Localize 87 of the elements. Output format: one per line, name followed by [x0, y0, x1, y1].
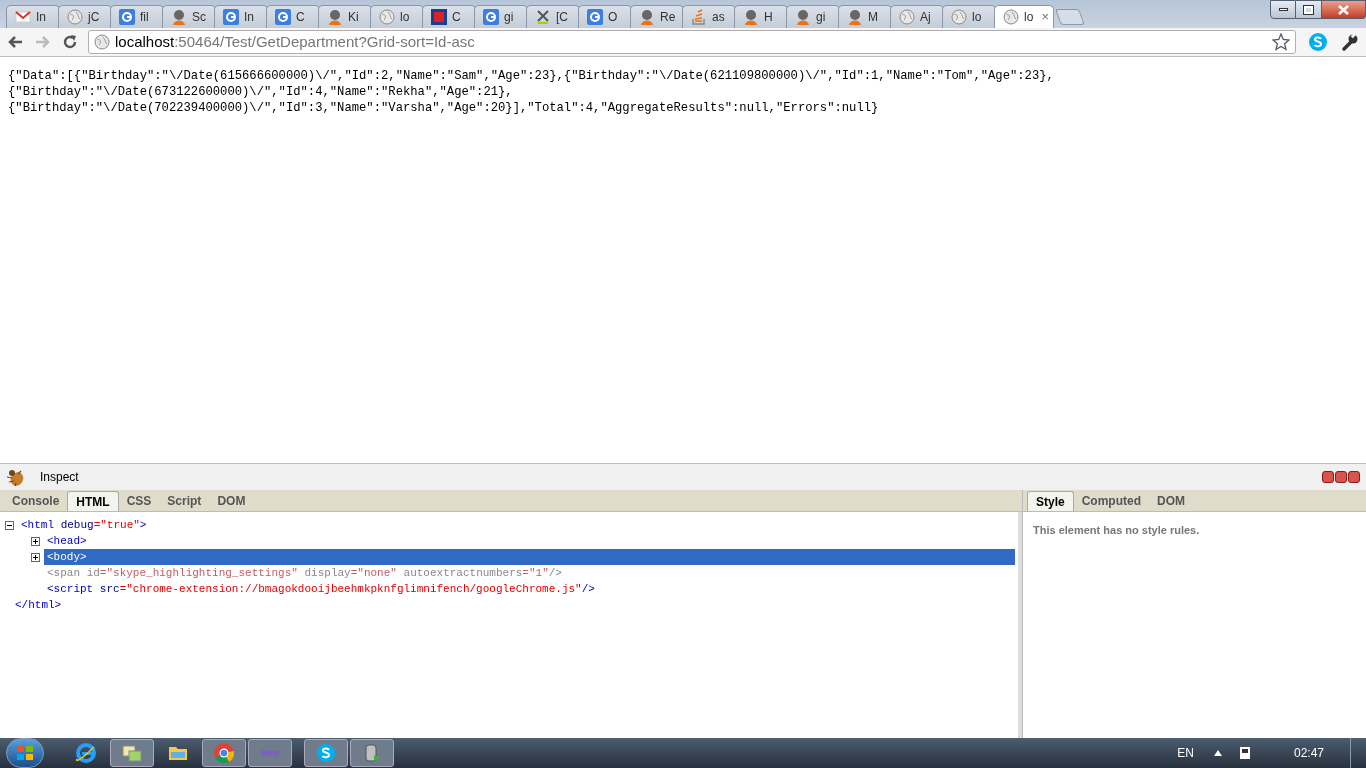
globe-icon: [379, 9, 395, 25]
browser-tab[interactable]: lo: [370, 5, 424, 28]
caret-icon[interactable]: [1213, 750, 1222, 756]
collapse-icon[interactable]: [5, 520, 14, 530]
panel-tab[interactable]: DOM: [209, 491, 254, 511]
browser-tab[interactable]: lo: [942, 5, 996, 28]
avatar-icon: [327, 9, 343, 25]
back-icon[interactable]: [6, 34, 24, 50]
expand-icon[interactable]: [31, 552, 40, 562]
browser-tab[interactable]: fil: [110, 5, 164, 28]
close-icon[interactable]: ×: [1041, 7, 1049, 27]
empty-message: This element has no style rules.: [1033, 524, 1200, 536]
address-bar[interactable]: localhost:50464/Test/GetDepartment?Grid-sort=Id-asc: [88, 30, 1296, 54]
language-indicator[interactable]: EN: [1177, 744, 1194, 762]
panel-tab[interactable]: DOM: [1149, 491, 1193, 511]
code-line[interactable]: </html>: [15, 599, 62, 611]
browser-tab[interactable]: C: [266, 5, 320, 28]
avatar-icon: [171, 9, 187, 25]
stack-icon: [691, 9, 707, 25]
browser-tab[interactable]: gi: [474, 5, 528, 28]
clock[interactable]: 02:47: [1293, 744, 1324, 762]
globe-icon: [899, 9, 915, 25]
browser-tab[interactable]: Sc: [162, 5, 216, 28]
avatar-icon: [795, 9, 811, 25]
detach-button[interactable]: [1335, 471, 1347, 483]
browser-tab[interactable]: gi: [786, 5, 840, 28]
star-icon[interactable]: [1272, 33, 1290, 51]
json-text: {"Data":[{"Birthday":"\/Date(615666600000)\/","Id":2,"Name":"Sam","Age":23},{"Birthday":"\/Date(621109800000)\/","Id":1,"Name":"Tom","Age":23},: [8, 68, 1054, 84]
browser-tab[interactable]: Re: [630, 5, 684, 28]
taskbar-button[interactable]: [304, 739, 348, 767]
globe-icon: [951, 9, 967, 25]
globe-icon: [67, 9, 83, 25]
cross-icon: [535, 9, 551, 25]
taskbar-button[interactable]: [110, 739, 154, 767]
google-icon: [483, 9, 499, 25]
mail-icon: [15, 9, 31, 25]
code-line[interactable]: <html debug="true">: [18, 517, 150, 533]
close-icon: [1338, 4, 1349, 15]
browser-tab[interactable]: Ki: [318, 5, 372, 28]
google-icon: [275, 9, 291, 25]
avatar-icon: [639, 9, 655, 25]
windows-logo-icon: [16, 745, 34, 761]
code-line[interactable]: <head>: [44, 533, 90, 549]
avatar-icon: [847, 9, 863, 25]
browser-tab[interactable]: [C: [526, 5, 580, 28]
browser-icon: [74, 741, 98, 765]
avatar-icon: [743, 9, 759, 25]
browser-tab[interactable]: jC: [58, 5, 112, 28]
minimize-button[interactable]: [1322, 471, 1334, 483]
google-icon: [119, 9, 135, 25]
shield-icon: [431, 9, 447, 25]
json-text: {"Birthday":"\/Date(673122600000)\/","Id":4,"Name":"Rekha","Age":21},: [8, 84, 513, 100]
google-icon: [587, 9, 603, 25]
browser-tab[interactable]: H: [734, 5, 788, 28]
browser-tab[interactable]: In: [214, 5, 268, 28]
code-line[interactable]: <span id="skype_highlighting_settings" display="none" autoextractnumbers="1"/>: [44, 565, 565, 581]
browser-tab[interactable]: M: [838, 5, 892, 28]
infinity-icon: [260, 748, 280, 758]
reload-icon[interactable]: [62, 34, 78, 50]
close-button[interactable]: [1322, 0, 1366, 19]
panel-tab[interactable]: HTML: [67, 491, 119, 511]
globe-icon: [94, 34, 110, 50]
expand-icon[interactable]: [31, 536, 40, 546]
panel-tab[interactable]: Style: [1027, 491, 1074, 511]
browser-tab[interactable]: as: [682, 5, 736, 28]
browser-tab[interactable]: O: [578, 5, 632, 28]
browser-tab[interactable]: In: [6, 5, 60, 28]
skype-icon: [314, 741, 338, 765]
panel-tab[interactable]: CSS: [118, 491, 160, 511]
globe-icon: [1003, 9, 1019, 25]
inspect-button[interactable]: Inspect: [40, 468, 79, 486]
json-text: {"Birthday":"\/Date(702239400000)\/","Id":3,"Name":"Varsha","Age":20}],"Total":4,"AggregateResults":null,"Errors":null}: [8, 100, 879, 116]
maximize-button[interactable]: [1296, 0, 1322, 19]
chrome-icon: [212, 741, 236, 765]
bug-icon[interactable]: [6, 467, 26, 487]
panel-tab[interactable]: Script: [159, 491, 210, 511]
browser-tab[interactable]: lo ×: [994, 5, 1054, 28]
close-button[interactable]: [1348, 471, 1360, 483]
wrench-icon[interactable]: [1340, 32, 1360, 52]
google-icon: [223, 9, 239, 25]
start-button[interactable]: [6, 738, 44, 768]
browser-tab[interactable]: Aj: [890, 5, 944, 28]
minimize-button[interactable]: [1270, 0, 1296, 19]
browser-tab[interactable]: C: [422, 5, 476, 28]
panel-tab[interactable]: Computed: [1073, 491, 1149, 511]
code-line[interactable]: <script src="chrome-extension://bmagokdooijbeehmkpknfglimnifench/googleChrome.js"/>: [44, 581, 598, 597]
panel-tab[interactable]: Console: [4, 491, 68, 511]
